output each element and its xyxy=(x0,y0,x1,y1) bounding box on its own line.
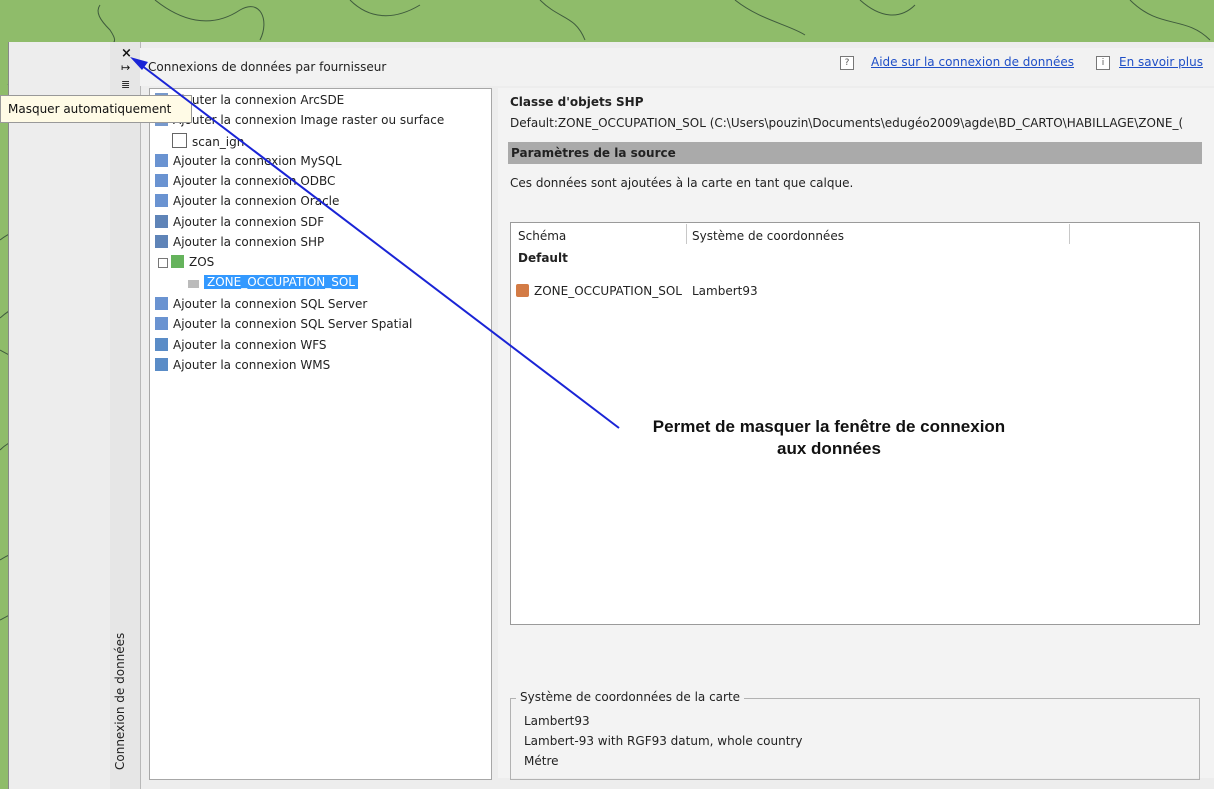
source-description: Ces données sont ajoutées à la carte en … xyxy=(510,176,854,190)
auto-hide-tooltip: Masquer automatiquement xyxy=(0,95,192,123)
tree-sql-server-spatial[interactable]: Ajouter la connexion SQL Server Spatial xyxy=(155,317,412,331)
tree-mysql[interactable]: Ajouter la connexion MySQL xyxy=(155,154,342,168)
class-title: Classe d'objets SHP xyxy=(510,95,644,109)
database-icon xyxy=(155,194,168,207)
annotation-callout: Permet de masquer la fenêtre de connexio… xyxy=(628,416,1030,460)
database-icon xyxy=(155,297,168,310)
tree-sql-server[interactable]: Ajouter la connexion SQL Server xyxy=(155,297,367,311)
auto-hide-icon[interactable]: ↦ xyxy=(121,61,130,74)
info-icon[interactable]: i xyxy=(1096,56,1110,70)
column-divider xyxy=(686,224,687,244)
table-row-zone-occupation-sol[interactable]: ZONE_OCCUPATION_SOL xyxy=(516,284,682,298)
database-icon xyxy=(155,317,168,330)
feature-source-icon xyxy=(171,255,184,268)
database-icon xyxy=(155,174,168,187)
column-coordinate-system[interactable]: Système de coordonnées xyxy=(692,229,844,243)
web-service-icon xyxy=(155,358,168,371)
provider-tree xyxy=(149,88,492,780)
tree-oracle[interactable]: Ajouter la connexion Oracle xyxy=(155,194,339,208)
tree-scan-ign[interactable]: scan_ign xyxy=(172,133,244,149)
learn-more-link[interactable]: En savoir plus xyxy=(1119,55,1203,69)
file-icon xyxy=(155,235,168,248)
annotation-line-2: aux données xyxy=(777,439,881,458)
column-divider xyxy=(1069,224,1070,244)
database-icon xyxy=(155,154,168,167)
map-coordinate-system-desc: Lambert-93 with RGF93 datum, whole count… xyxy=(524,734,803,748)
web-service-icon xyxy=(155,338,168,351)
column-schema[interactable]: Schéma xyxy=(518,229,566,243)
collapse-icon xyxy=(158,258,168,268)
row-coordinate-system: Lambert93 xyxy=(692,284,758,298)
dock-title: Connexion de données xyxy=(113,632,127,770)
menu-icon[interactable]: ≣ xyxy=(121,78,130,91)
map-coordinate-system-name: Lambert93 xyxy=(524,714,590,728)
tree-odbc[interactable]: Ajouter la connexion ODBC xyxy=(155,174,335,188)
file-icon xyxy=(155,215,168,228)
help-link[interactable]: Aide sur la connexion de données xyxy=(871,55,1074,69)
feature-class-icon xyxy=(188,280,199,288)
tree-raster[interactable]: Ajouter la connexion Image raster ou sur… xyxy=(155,113,444,127)
tree-sdf[interactable]: Ajouter la connexion SDF xyxy=(155,215,324,229)
map-coordinate-system-title: Système de coordonnées de la carte xyxy=(516,690,745,704)
close-icon[interactable]: × xyxy=(121,46,132,61)
schema-group-default: Default xyxy=(518,251,568,265)
annotation-line-1: Permet de masquer la fenêtre de connexio… xyxy=(652,417,1006,436)
source-section-header: Paramètres de la source xyxy=(508,142,1202,164)
tree-wfs[interactable]: Ajouter la connexion WFS xyxy=(155,338,327,352)
help-icon[interactable]: ? xyxy=(840,56,854,70)
class-path: Default:ZONE_OCCUPATION_SOL (C:\Users\po… xyxy=(510,116,1184,130)
tree-wms[interactable]: Ajouter la connexion WMS xyxy=(155,358,330,372)
map-coordinate-system-unit: Métre xyxy=(524,754,559,768)
tree-shp[interactable]: Ajouter la connexion SHP xyxy=(155,235,324,249)
feature-class-icon xyxy=(516,284,529,297)
tree-zos[interactable]: ZOS xyxy=(158,255,214,269)
panel-title: Connexions de données par fournisseur xyxy=(148,60,387,74)
folder-icon xyxy=(172,133,187,148)
tree-zone-occupation-sol[interactable]: ZONE_OCCUPATION_SOL xyxy=(188,275,358,289)
